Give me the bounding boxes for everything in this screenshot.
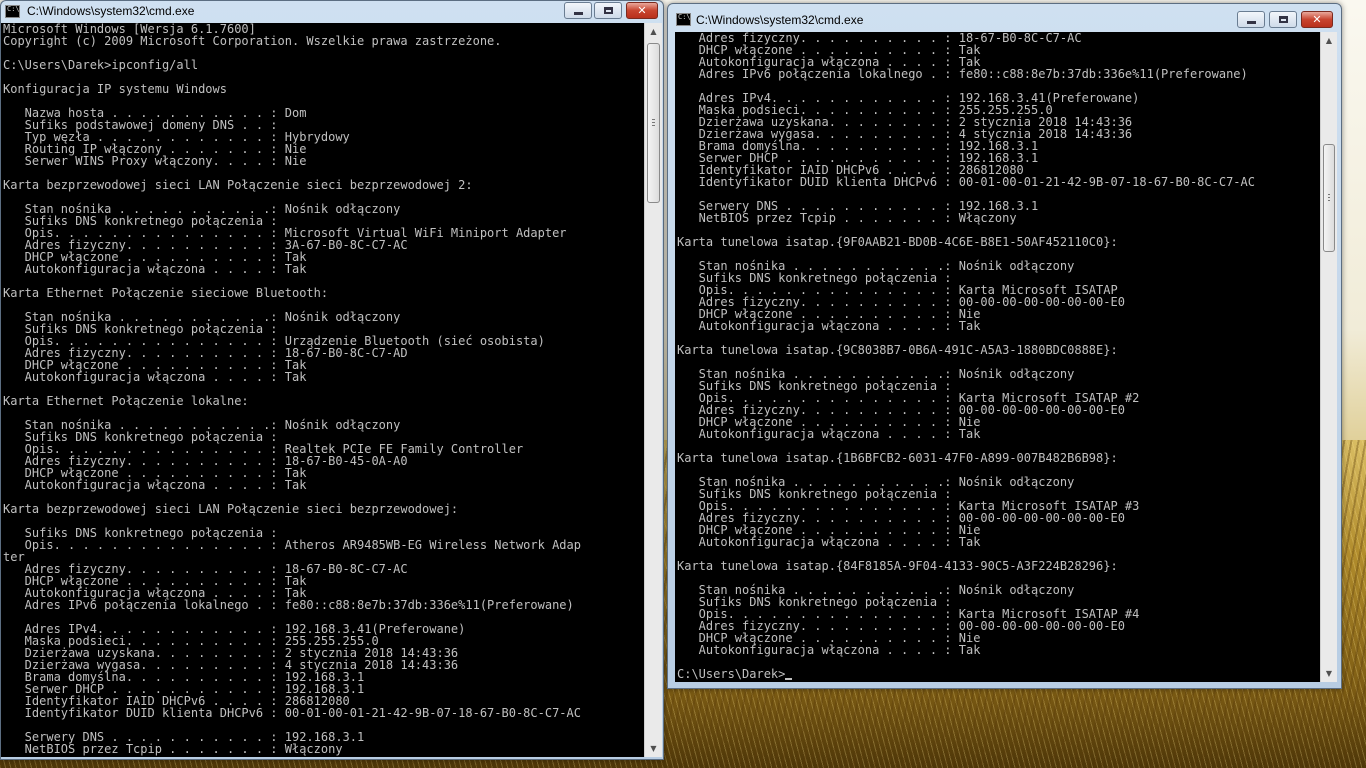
console-line: Autokonfiguracja włączona . . . . : Tak — [677, 535, 981, 549]
console-line: Karta tunelowa isatap.{9F0AAB21-BD0B-4C6… — [677, 235, 1118, 249]
scroll-up-button[interactable]: ▲ — [1321, 32, 1337, 49]
console-text: Microsoft Windows [Wersja 6.1.7600] Copy… — [1, 23, 644, 755]
cmd-app-icon[interactable] — [5, 5, 20, 18]
console-line: Autokonfiguracja włączona . . . . : Tak — [677, 643, 981, 657]
console-line: Serwer WINS Proxy włączony. . . . : Nie — [3, 154, 307, 168]
minimize-icon — [573, 12, 583, 15]
console-line: Karta tunelowa isatap.{1B6BFCB2-6031-47F… — [677, 451, 1118, 465]
arrow-up-icon: ▲ — [1325, 36, 1333, 45]
vertical-scrollbar[interactable]: ▲ ▼ — [1320, 32, 1337, 682]
console-line: Karta tunelowa isatap.{84F8185A-9F04-413… — [677, 559, 1118, 573]
scroll-thumb[interactable] — [1323, 144, 1335, 252]
grip-icon — [652, 119, 655, 126]
window-title: C:\Windows\system32\cmd.exe — [696, 13, 864, 27]
title-bar[interactable]: C:\Windows\system32\cmd.exe ✕ — [1, 1, 663, 23]
console-output[interactable]: Microsoft Windows [Wersja 6.1.7600] Copy… — [1, 23, 644, 757]
console-line: Autokonfiguracja włączona . . . . : Tak — [3, 262, 307, 276]
console-line: Adres IPv6 połączenia lokalnego . : fe80… — [677, 67, 1248, 81]
minimize-button[interactable] — [1237, 11, 1265, 28]
cmd-window-right[interactable]: C:\Windows\system32\cmd.exe ✕ Adres fizy… — [667, 3, 1342, 689]
console-line: C:\Users\Darek> — [677, 667, 786, 681]
console-line: Karta Ethernet Połączenie sieciowe Bluet… — [3, 286, 329, 300]
console-line: Karta tunelowa isatap.{9C8038B7-0B6A-491… — [677, 343, 1118, 357]
maximize-icon — [603, 7, 613, 14]
console-line: Autokonfiguracja włączona . . . . : Tak — [3, 370, 307, 384]
console-line: Karta Ethernet Połączenie lokalne: — [3, 394, 249, 408]
arrow-up-icon: ▲ — [650, 27, 657, 36]
close-icon: ✕ — [637, 4, 647, 17]
arrow-down-icon: ▼ — [1325, 669, 1333, 678]
close-button[interactable]: ✕ — [1301, 11, 1333, 28]
close-button[interactable]: ✕ — [626, 2, 658, 19]
console-line: Konfiguracja IP systemu Windows — [3, 82, 227, 96]
console-text: Adres fizyczny. . . . . . . . . . : 18-6… — [675, 32, 1320, 680]
cmd-window-left[interactable]: C:\Windows\system32\cmd.exe ✕ Microsoft … — [0, 0, 664, 760]
close-icon: ✕ — [1312, 13, 1322, 26]
minimize-button[interactable] — [564, 2, 592, 19]
console-line: Karta bezprzewodowej sieci LAN Połączeni… — [3, 178, 473, 192]
console-output[interactable]: Adres fizyczny. . . . . . . . . . : 18-6… — [675, 32, 1320, 682]
console-line: Karta bezprzewodowej sieci LAN Połączeni… — [3, 502, 459, 516]
console-line: Identyfikator DUID klienta DHCPv6 : 00-0… — [3, 706, 581, 720]
text-cursor — [785, 678, 793, 680]
scroll-down-button[interactable]: ▼ — [1321, 665, 1337, 682]
grip-icon — [1328, 194, 1330, 201]
arrow-down-icon: ▼ — [650, 744, 657, 753]
window-title: C:\Windows\system32\cmd.exe — [27, 4, 195, 18]
scroll-down-button[interactable]: ▼ — [645, 740, 662, 757]
title-bar[interactable]: C:\Windows\system32\cmd.exe ✕ — [668, 4, 1341, 34]
console-line: Autokonfiguracja włączona . . . . : Tak — [3, 478, 307, 492]
scroll-thumb[interactable] — [647, 43, 660, 203]
console-line: Opis. . . . . . . . . . . . . . . : Athe… — [3, 538, 581, 552]
minimize-icon — [1246, 21, 1256, 24]
scroll-up-button[interactable]: ▲ — [645, 23, 662, 40]
maximize-icon — [1278, 16, 1288, 23]
maximize-button[interactable] — [1269, 11, 1297, 28]
console-line: Autokonfiguracja włączona . . . . : Tak — [677, 319, 981, 333]
console-line: Autokonfiguracja włączona . . . . : Tak — [677, 427, 981, 441]
console-line: NetBIOS przez Tcpip . . . . . . . : Włąc… — [3, 742, 343, 756]
maximize-button[interactable] — [594, 2, 622, 19]
vertical-scrollbar[interactable]: ▲ ▼ — [644, 23, 662, 757]
console-line: NetBIOS przez Tcpip . . . . . . . : Włąc… — [677, 211, 1017, 225]
console-line: C:\Users\Darek>ipconfig/all — [3, 58, 199, 72]
cmd-app-icon[interactable] — [676, 13, 691, 26]
console-line: Identyfikator DUID klienta DHCPv6 : 00-0… — [677, 175, 1255, 189]
console-line: Copyright (c) 2009 Microsoft Corporation… — [3, 34, 502, 48]
console-line: Adres IPv6 połączenia lokalnego . : fe80… — [3, 598, 574, 612]
